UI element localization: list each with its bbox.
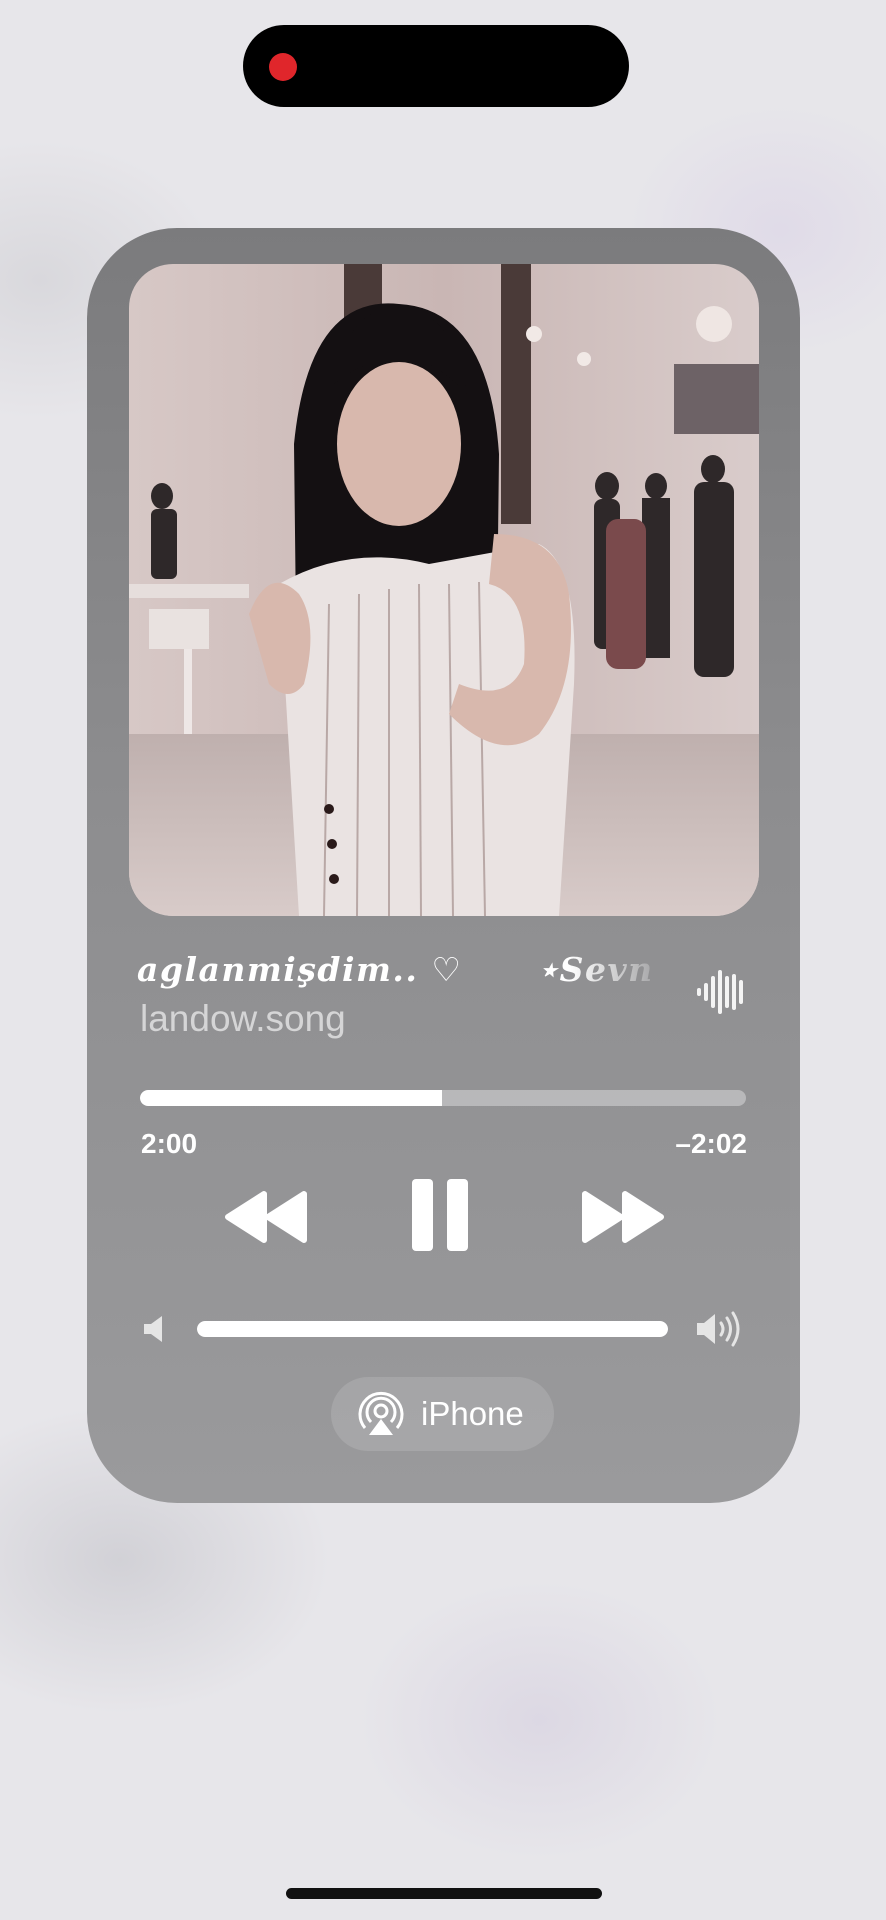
speaker-low-icon [144, 1316, 162, 1342]
now-playing-card: aglanmişdim.. ♡ ⋆Sevn landow.song 2:00 –… [87, 228, 800, 1503]
pause-icon[interactable] [410, 1177, 470, 1253]
backward-icon[interactable] [224, 1190, 310, 1244]
elapsed-time: 2:00 [141, 1128, 198, 1159]
airplay-icon [358, 1391, 404, 1435]
track-title: aglanmişdim.. [137, 950, 419, 989]
track-title-marquee[interactable]: aglanmişdim.. ♡ ⋆Sevn [137, 950, 677, 1000]
recording-indicator-dot [269, 53, 297, 81]
playback-progress-fill [140, 1090, 442, 1106]
forward-icon[interactable] [579, 1190, 665, 1244]
dynamic-island [243, 25, 629, 107]
speaker-high-icon [697, 1311, 740, 1347]
waveform-icon [697, 970, 743, 1014]
volume-slider[interactable] [197, 1321, 668, 1337]
heart-icon: ♡ [431, 950, 463, 989]
output-device-label: iPhone [421, 1395, 524, 1432]
remaining-time: –2:02 [675, 1128, 747, 1159]
home-indicator[interactable] [286, 1888, 602, 1899]
playback-scrubber[interactable] [140, 1090, 746, 1106]
volume-level-fill [197, 1321, 668, 1337]
airplay-output-button[interactable]: iPhone [331, 1377, 554, 1451]
track-artist: landow.song [140, 998, 346, 1039]
track-title-continuation: ⋆Sevn [537, 950, 654, 989]
album-artwork [129, 264, 759, 916]
